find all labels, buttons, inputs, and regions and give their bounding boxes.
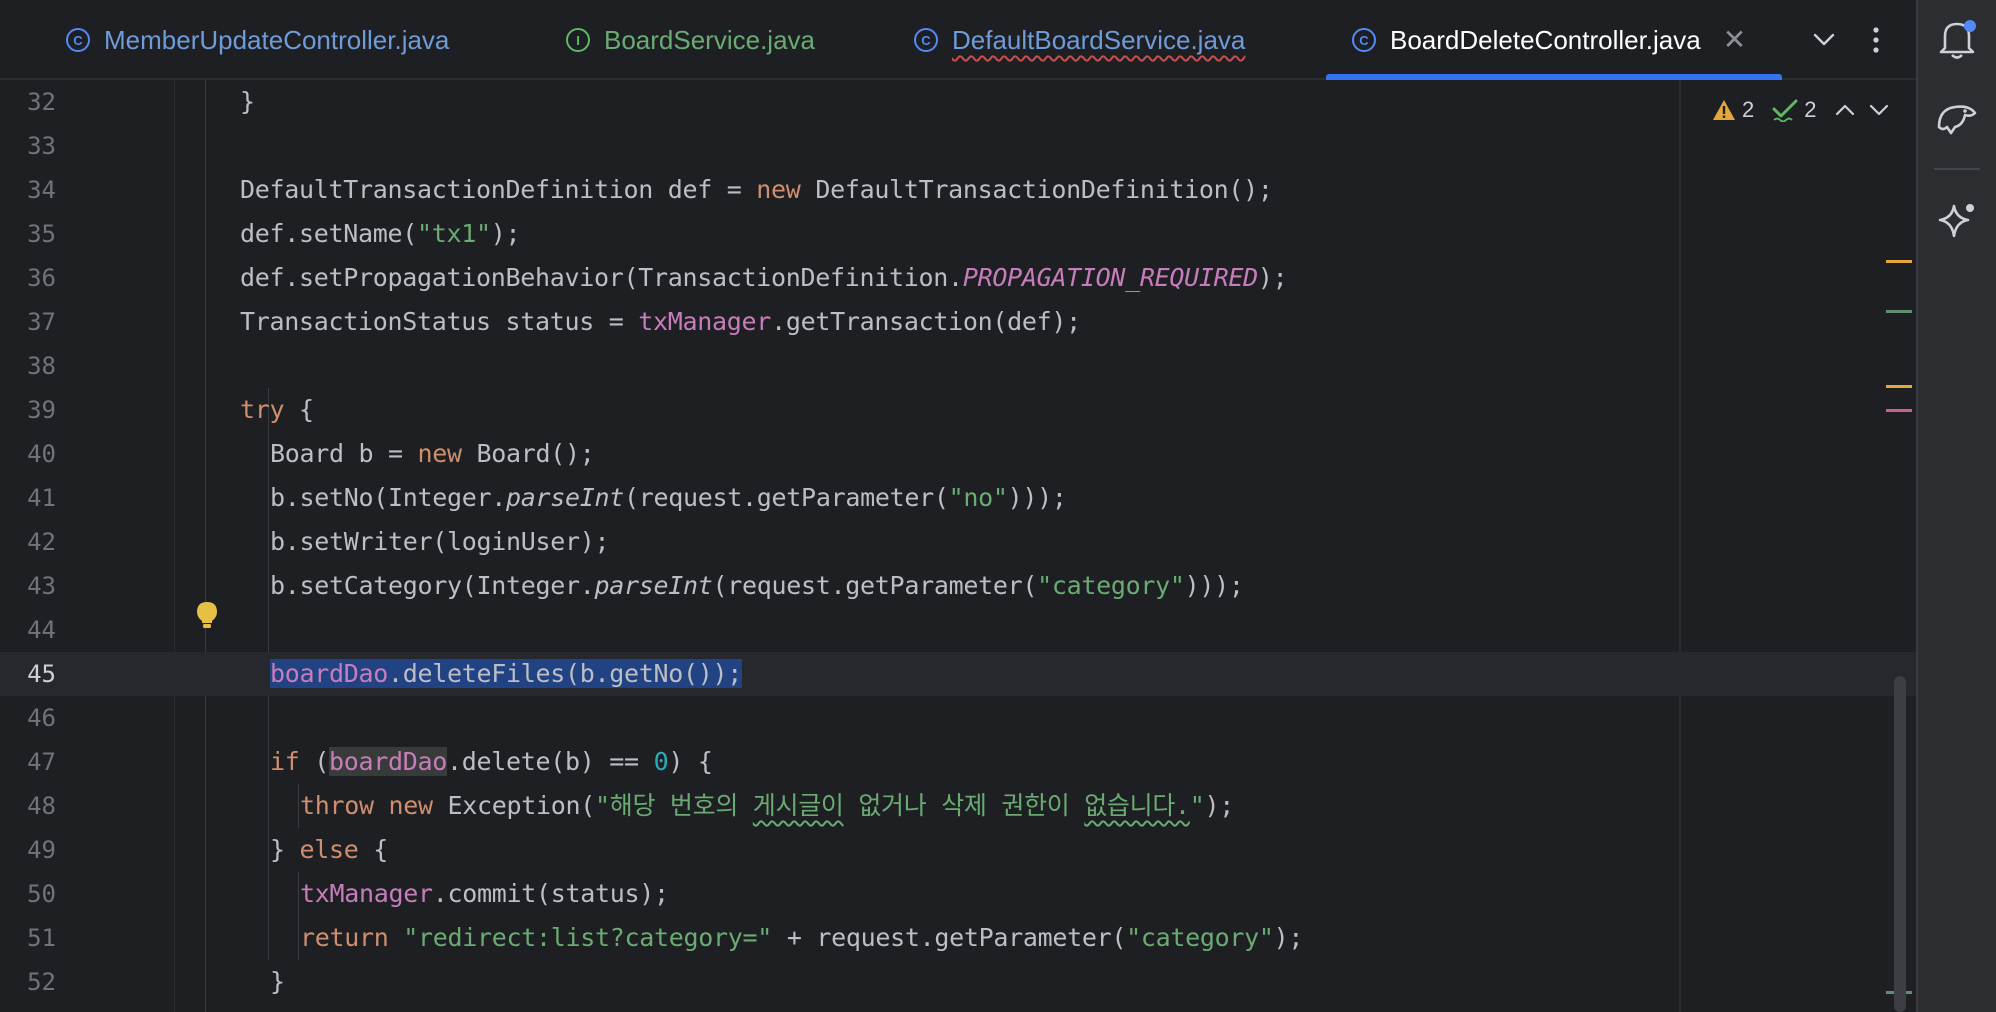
code-text[interactable]: if (boardDao.delete(b) == 0) {	[270, 740, 713, 784]
line-number: 35	[27, 220, 56, 248]
code-line: 50 txManager.commit(status);	[0, 872, 1916, 916]
code-text[interactable]: txManager.commit(status);	[300, 872, 669, 916]
code-text[interactable]: throw new Exception("해당 번호의 게시글이 없거나 삭제 …	[300, 784, 1234, 828]
check-icon	[1772, 99, 1798, 122]
code-text[interactable]: def.setName("tx1");	[240, 212, 521, 256]
line-number: 42	[27, 528, 56, 556]
code-text[interactable]: def.setPropagationBehavior(TransactionDe…	[240, 256, 1288, 300]
code-line: 52 }	[0, 960, 1916, 1004]
code-line: 53	[0, 1004, 1916, 1012]
code-line: 35 def.setName("tx1");	[0, 212, 1916, 256]
code-line: 33	[0, 124, 1916, 168]
line-number: 45	[27, 660, 56, 688]
code-line: 47 if (boardDao.delete(b) == 0) {	[0, 740, 1916, 784]
weak-warnings-count: 2	[1804, 97, 1817, 122]
tab-board-delete-controller[interactable]: C BoardDeleteController.java ✕	[1352, 0, 1746, 80]
line-number: 39	[27, 396, 56, 424]
editor-tab-bar: C MemberUpdateController.java I BoardSer…	[0, 0, 1916, 80]
code-line: 34 DefaultTransactionDefinition def = ne…	[0, 168, 1916, 212]
ai-assistant-icon[interactable]	[1932, 196, 1982, 246]
line-number: 47	[27, 748, 56, 776]
code-line: 43 b.setCategory(Integer.parseInt(reques…	[0, 564, 1916, 608]
line-number: 50	[27, 880, 56, 908]
database-icon[interactable]	[1932, 94, 1982, 144]
code-text[interactable]: try {	[240, 388, 314, 432]
notifications-icon[interactable]	[1932, 14, 1982, 64]
line-number: 32	[27, 88, 56, 116]
class-icon: C	[1352, 28, 1376, 52]
line-number: 49	[27, 836, 56, 864]
code-line: 38	[0, 344, 1916, 388]
class-icon: C	[66, 28, 90, 52]
code-text-selected[interactable]: boardDao.deleteFiles(b.getNo());	[270, 652, 742, 696]
tab-label: BoardDeleteController.java	[1390, 25, 1701, 55]
code-line: 37 TransactionStatus status = txManager.…	[0, 300, 1916, 344]
inspection-widget: 2 2	[1712, 92, 1889, 128]
tab-member-update-controller[interactable]: C MemberUpdateController.java	[66, 0, 449, 80]
code-text[interactable]: b.setCategory(Integer.parseInt(request.g…	[270, 564, 1244, 608]
tab-label: DefaultBoardService.java	[952, 25, 1246, 55]
code-line: 46	[0, 696, 1916, 740]
code-editor[interactable]: 32 } 33 34 DefaultTransactionDefinition …	[0, 80, 1916, 1012]
code-text[interactable]: b.setWriter(loginUser);	[270, 520, 610, 564]
code-text[interactable]: DefaultTransactionDefinition def = new D…	[240, 168, 1273, 212]
line-number: 40	[27, 440, 56, 468]
warnings-count: 2	[1742, 97, 1755, 122]
interface-icon: I	[566, 28, 590, 52]
code-text[interactable]: } else {	[270, 828, 388, 872]
code-line: 36 def.setPropagationBehavior(Transactio…	[0, 256, 1916, 300]
tab-board-service[interactable]: I BoardService.java	[566, 0, 815, 80]
code-line: 48 throw new Exception("해당 번호의 게시글이 없거나 …	[0, 784, 1916, 828]
line-number: 52	[27, 968, 56, 996]
close-icon[interactable]: ✕	[1723, 26, 1746, 54]
code-line: 40 Board b = new Board();	[0, 432, 1916, 476]
code-line: 39 try {	[0, 388, 1916, 432]
code-line: 42 b.setWriter(loginUser);	[0, 520, 1916, 564]
ide-window: C MemberUpdateController.java I BoardSer…	[0, 0, 1996, 1012]
line-number: 37	[27, 308, 56, 336]
code-text[interactable]: }	[270, 960, 285, 1004]
tab-default-board-service[interactable]: C DefaultBoardService.java	[914, 0, 1245, 80]
warning-icon	[1713, 100, 1735, 120]
line-number: 51	[27, 924, 56, 952]
class-icon: C	[914, 28, 938, 52]
chevron-down-icon[interactable]	[1804, 0, 1844, 80]
code-line: 32 }	[0, 80, 1916, 124]
vertical-scrollbar[interactable]	[1894, 676, 1906, 1012]
warning-stripe-mark[interactable]	[1886, 260, 1912, 263]
line-number: 46	[27, 704, 56, 732]
code-text[interactable]: Board b = new Board();	[270, 432, 595, 476]
code-text[interactable]: b.setNo(Integer.parseInt(request.getPara…	[270, 476, 1067, 520]
line-number: 38	[27, 352, 56, 380]
code-line: 44	[0, 608, 1916, 652]
right-tool-strip	[1916, 0, 1996, 1012]
code-text[interactable]: }	[240, 80, 255, 124]
code-line: 41 b.setNo(Integer.parseInt(request.getP…	[0, 476, 1916, 520]
line-number: 43	[27, 572, 56, 600]
weak-warnings-counter[interactable]: 2	[1772, 97, 1817, 123]
code-line: 49 } else {	[0, 828, 1916, 872]
warning-stripe-mark[interactable]	[1886, 385, 1912, 388]
chevron-up-icon[interactable]	[1835, 97, 1855, 123]
line-number: 33	[27, 132, 56, 160]
chevron-down-icon[interactable]	[1869, 97, 1889, 123]
tab-label: MemberUpdateController.java	[104, 25, 450, 55]
code-text[interactable]: TransactionStatus status = txManager.get…	[240, 300, 1081, 344]
toolstrip-divider	[1934, 168, 1980, 170]
line-number: 44	[27, 616, 56, 644]
weak-warning-stripe-mark[interactable]	[1886, 310, 1912, 313]
code-line: 51 return "redirect:list?category=" + re…	[0, 916, 1916, 960]
warnings-counter[interactable]: 2	[1712, 97, 1754, 123]
line-number: 36	[27, 264, 56, 292]
tab-label: BoardService.java	[604, 25, 815, 55]
line-number: 48	[27, 792, 56, 820]
line-number: 53	[0, 1004, 56, 1012]
line-number: 34	[27, 176, 56, 204]
line-number: 41	[27, 484, 56, 512]
lightbulb-icon[interactable]	[195, 600, 219, 630]
occurrence-stripe-mark[interactable]	[1886, 409, 1912, 412]
code-text[interactable]: return "redirect:list?category=" + reque…	[300, 916, 1303, 960]
code-line-current: 45 boardDao.deleteFiles(b.getNo());	[0, 652, 1916, 696]
more-vertical-icon[interactable]	[1856, 0, 1896, 80]
